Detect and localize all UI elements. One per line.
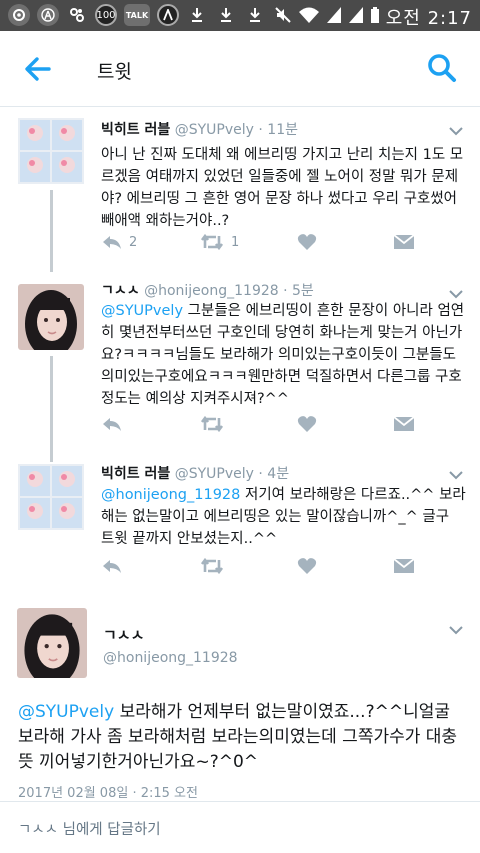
like-button[interactable] bbox=[297, 557, 323, 575]
envelope-icon bbox=[393, 234, 415, 249]
signal-icon bbox=[326, 6, 342, 28]
handle[interactable]: @honijeong_11928 bbox=[144, 283, 279, 299]
settings-icon bbox=[8, 4, 30, 26]
avatar[interactable] bbox=[18, 464, 84, 530]
retweet-icon bbox=[200, 415, 224, 433]
retweet-count: 1 bbox=[231, 234, 240, 250]
retweet-icon bbox=[200, 233, 224, 251]
search-icon bbox=[428, 54, 456, 82]
main-tweet-text: @SYUPvely 보라해가 언제부터 없는말이였죠...?^^니얼굴 보라해 … bbox=[18, 702, 458, 772]
chevron-down-icon bbox=[449, 626, 463, 635]
tweet-actions bbox=[101, 415, 431, 435]
divider bbox=[0, 801, 480, 802]
signal-icon bbox=[348, 6, 364, 28]
thread-tweet[interactable]: ㄱㅅㅅ @honijeong_11928 · 5분 @SYUPvely 그분들은… bbox=[0, 269, 480, 451]
retweet-button[interactable]: 1 bbox=[199, 233, 239, 251]
timestamp: · 4분 bbox=[258, 466, 290, 482]
reply-icon bbox=[103, 560, 121, 573]
display-name[interactable]: ㄱㅅㅅ bbox=[101, 283, 140, 299]
main-avatar[interactable] bbox=[17, 608, 87, 678]
thread-tweet[interactable]: 빅히트 러블 @SYUPvely · 11분 아니 난 진짜 도대체 왜 에브리… bbox=[0, 107, 480, 269]
link-icon bbox=[66, 4, 88, 26]
reply-icon bbox=[103, 236, 121, 249]
reply-count: 2 bbox=[129, 234, 138, 250]
mention-link[interactable]: @SYUPvely bbox=[18, 702, 114, 722]
tweet-actions bbox=[101, 557, 431, 577]
reply-icon bbox=[103, 418, 121, 431]
chevron-down-icon bbox=[449, 471, 463, 480]
dm-button[interactable] bbox=[393, 415, 415, 433]
tweet-actions: 2 1 bbox=[101, 233, 431, 253]
talk-icon: TALK bbox=[124, 4, 150, 26]
handle[interactable]: @SYUPvely bbox=[175, 466, 254, 482]
download-icon bbox=[186, 4, 208, 26]
dm-button[interactable] bbox=[393, 557, 415, 575]
reply-button[interactable] bbox=[101, 557, 129, 575]
tweet-menu-button[interactable] bbox=[448, 622, 464, 638]
dm-button[interactable] bbox=[393, 233, 415, 251]
chevron-down-icon bbox=[449, 127, 463, 136]
heart-icon bbox=[297, 234, 317, 250]
thread-tweet[interactable]: 빅히트 러블 @SYUPvely · 4분 @honijeong_11928 저… bbox=[0, 451, 480, 591]
status-bar: 100 TALK 오전 2:17 bbox=[0, 0, 480, 31]
like-button[interactable] bbox=[297, 415, 323, 433]
heart-icon bbox=[297, 558, 317, 574]
accessibility-icon bbox=[37, 4, 59, 26]
tweet-header: 빅히트 러블 @SYUPvely · 11분 bbox=[101, 119, 298, 139]
display-name[interactable]: 빅히트 러블 bbox=[101, 122, 170, 138]
timestamp: · 11분 bbox=[258, 122, 298, 138]
tweet-header: ㄱㅅㅅ @honijeong_11928 · 5분 bbox=[101, 280, 314, 300]
tweet-header: 빅히트 러블 @SYUPvely · 4분 bbox=[101, 463, 289, 483]
back-button[interactable] bbox=[22, 53, 54, 85]
main-display-name[interactable]: ㄱㅅㅅ bbox=[103, 624, 144, 645]
main-timestamp: 2017년 02월 08일 · 2:15 오전 bbox=[18, 786, 198, 801]
like-button[interactable] bbox=[297, 233, 323, 251]
100-badge-icon: 100 bbox=[95, 4, 117, 26]
app-bar: 트윗 bbox=[0, 31, 480, 107]
battery-icon bbox=[370, 6, 380, 28]
reply-button[interactable]: 2 bbox=[101, 233, 137, 251]
tweet-text: @honijeong_11928 저기여 보라해랑은 다르죠..^^ 보라해는 … bbox=[101, 487, 466, 547]
avatar[interactable] bbox=[18, 284, 84, 350]
download-icon bbox=[215, 4, 237, 26]
wifi-icon bbox=[298, 6, 320, 28]
download-icon bbox=[244, 4, 266, 26]
mention-link[interactable]: @SYUPvely bbox=[101, 303, 183, 319]
main-handle[interactable]: @honijeong_11928 bbox=[103, 650, 238, 666]
clock: 오전 2:17 bbox=[385, 8, 472, 29]
timestamp: · 5분 bbox=[283, 283, 314, 299]
handle[interactable]: @SYUPvely bbox=[175, 122, 254, 138]
reply-input[interactable]: ㄱㅅㅅ 님에게 답글하기 bbox=[18, 818, 161, 839]
page-title: 트윗 bbox=[97, 61, 132, 83]
search-button[interactable] bbox=[426, 52, 458, 84]
envelope-icon bbox=[393, 416, 415, 431]
mention-link[interactable]: @honijeong_11928 bbox=[101, 487, 240, 503]
retweet-icon bbox=[200, 557, 224, 575]
tweet-menu-button[interactable] bbox=[448, 123, 464, 139]
display-name[interactable]: 빅히트 러블 bbox=[101, 466, 170, 482]
arrow-left-icon bbox=[25, 57, 51, 81]
envelope-icon bbox=[393, 558, 415, 573]
app-icon bbox=[157, 4, 179, 26]
retweet-button[interactable] bbox=[199, 415, 231, 433]
reply-button[interactable] bbox=[101, 415, 129, 433]
tweet-text: @SYUPvely 그분들은 에브리띵이 흔한 문장이 아니라 엄연히 몇년전부… bbox=[101, 303, 465, 407]
avatar[interactable] bbox=[18, 118, 84, 184]
retweet-button[interactable] bbox=[199, 557, 231, 575]
mute-icon bbox=[274, 6, 292, 28]
tweet-menu-button[interactable] bbox=[448, 467, 464, 483]
tweet-text: 아니 난 진짜 도대체 왜 에브리띵 가지고 난리 치는지 1도 모르겠음 여태… bbox=[101, 147, 464, 229]
heart-icon bbox=[297, 416, 317, 432]
